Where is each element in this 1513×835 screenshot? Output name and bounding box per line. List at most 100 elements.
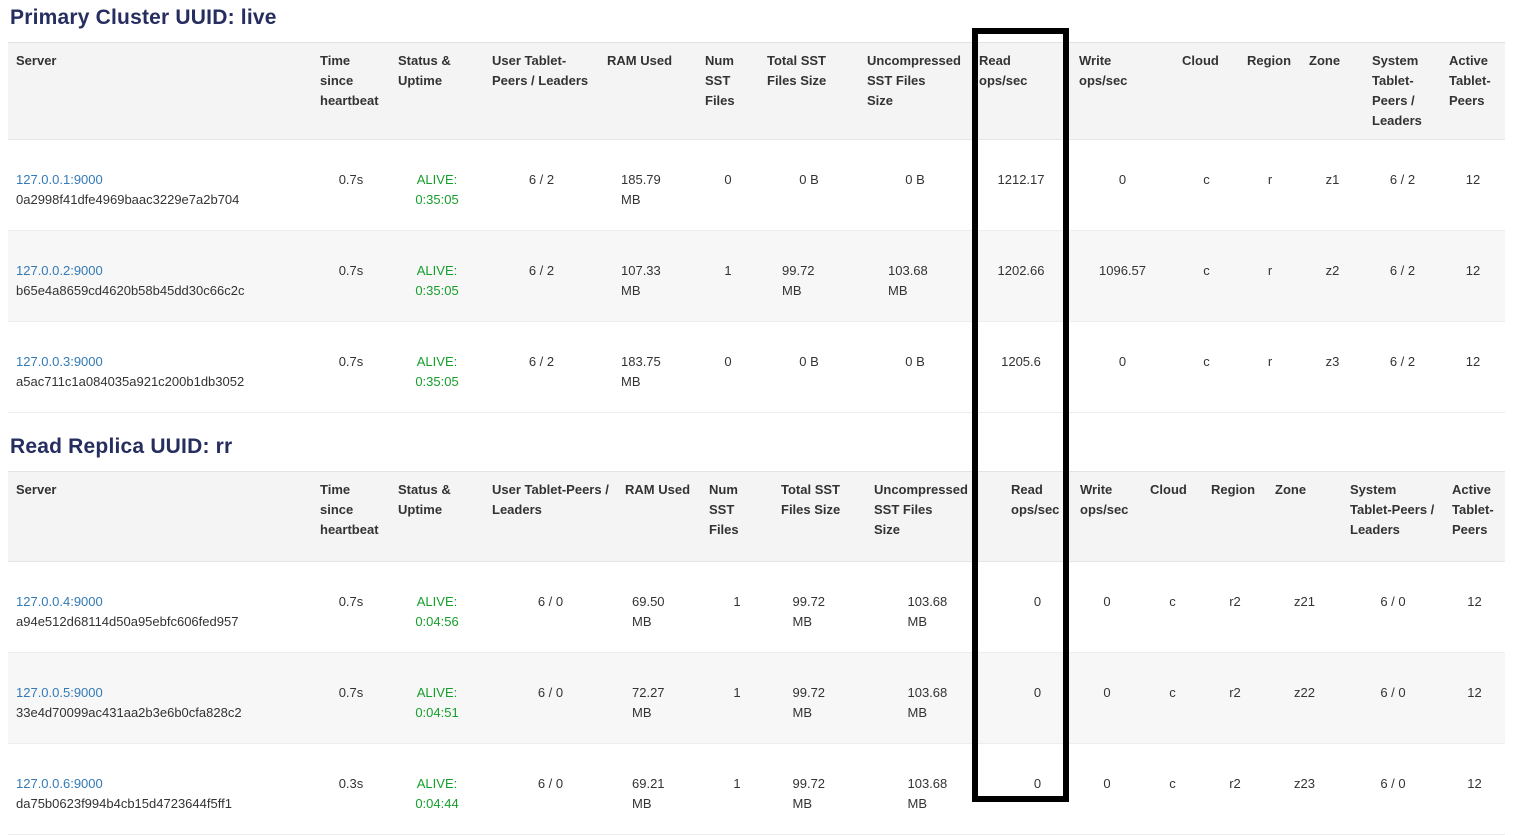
- header-row: ServerTime since heartbeatStatus & Uptim…: [8, 472, 1505, 562]
- server-address-link[interactable]: 127.0.0.1:9000: [16, 172, 103, 187]
- region-cell: r: [1239, 231, 1301, 322]
- status-label: ALIVE:: [398, 683, 476, 703]
- uptime-value: 0:35:05: [398, 281, 476, 301]
- table-row: 127.0.0.5:9000 33e4d70099ac431aa2b3e6b0c…: [8, 653, 1505, 744]
- column-header-label: Active Tablet-Peers: [1449, 53, 1491, 108]
- uncompressed-sst-size-cell: 0 B: [859, 322, 971, 413]
- column-header: Status & Uptime: [390, 43, 484, 140]
- system-tablet-peers-value: 6 / 0: [1380, 776, 1405, 791]
- region-cell: r2: [1203, 562, 1267, 653]
- server-address-link[interactable]: 127.0.0.3:9000: [16, 354, 103, 369]
- ram-used-cell: 72.27 MB: [617, 653, 701, 744]
- status-label: ALIVE:: [398, 774, 476, 794]
- time-since-heartbeat-cell: 0.7s: [312, 140, 390, 231]
- status-label: ALIVE:: [398, 261, 476, 281]
- column-header-label: Num SST Files: [709, 482, 739, 537]
- time-since-heartbeat-cell: 0.7s: [312, 231, 390, 322]
- column-header: Region: [1203, 472, 1267, 562]
- system-tablet-peers-value: 6 / 2: [1390, 352, 1415, 372]
- system-tablet-peers-value: 6 / 0: [1380, 594, 1405, 609]
- column-header: Read ops/sec: [1003, 472, 1072, 562]
- column-header: Uncompressed SST Files Size: [859, 43, 971, 140]
- uptime-value: 0:04:56: [398, 612, 476, 632]
- column-header-label: Uncompressed SST Files Size: [874, 480, 938, 540]
- read-replica-tablet-servers-table: ServerTime since heartbeatStatus & Uptim…: [8, 471, 1505, 835]
- uncompressed-sst-size-value: 0 B: [905, 170, 925, 190]
- column-header-label: Uncompressed SST Files Size: [867, 51, 931, 111]
- server-uuid: 0a2998f41dfe4969baac3229e7a2b704: [16, 190, 304, 210]
- server-uuid: a5ac711c1a084035a921c200b1db3052: [16, 372, 304, 392]
- cloud-cell: c: [1174, 322, 1239, 413]
- column-header: Region: [1239, 43, 1301, 140]
- server-address-link[interactable]: 127.0.0.6:9000: [16, 776, 103, 791]
- primary-cluster-section: Primary Cluster UUID: live ServerTime si…: [8, 6, 1505, 413]
- column-header-label: Status & Uptime: [398, 53, 451, 88]
- cloud-cell: c: [1174, 231, 1239, 322]
- column-header: Read ops/sec: [971, 43, 1071, 140]
- ram-used-cell: 107.33 MB: [599, 231, 697, 322]
- time-since-heartbeat-cell: 0.7s: [312, 562, 390, 653]
- column-header-label: Read ops/sec: [979, 51, 1027, 91]
- column-header: User Tablet-Peers / Leaders: [484, 472, 617, 562]
- system-tablet-peers-value: 6 / 2: [1390, 261, 1415, 281]
- read-ops-cell: 0: [1003, 744, 1072, 835]
- column-header-label: System Tablet-Peers / Leaders: [1372, 53, 1422, 128]
- column-header: System Tablet-Peers / Leaders: [1342, 472, 1444, 562]
- column-header: Time since heartbeat: [312, 472, 390, 562]
- write-ops-cell: 0: [1071, 140, 1174, 231]
- column-header-label: System Tablet-Peers / Leaders: [1350, 482, 1434, 537]
- server-cell: 127.0.0.5:9000 33e4d70099ac431aa2b3e6b0c…: [8, 653, 312, 744]
- read-ops-cell: 1202.66: [971, 231, 1071, 322]
- column-header-label: Read ops/sec: [1011, 480, 1059, 520]
- read-ops-cell: 0: [1003, 653, 1072, 744]
- zone-cell: z2: [1301, 231, 1364, 322]
- total-sst-size-value: 99.72 MB: [782, 261, 836, 301]
- ram-used-cell: 69.50 MB: [617, 562, 701, 653]
- server-address-link[interactable]: 127.0.0.2:9000: [16, 263, 103, 278]
- num-sst-files-cell: 1: [697, 231, 759, 322]
- ram-used-cell: 183.75 MB: [599, 322, 697, 413]
- system-tablet-peers-value: 6 / 2: [1390, 170, 1415, 190]
- server-address-link[interactable]: 127.0.0.5:9000: [16, 685, 103, 700]
- status-uptime-cell: ALIVE: 0:04:51: [390, 653, 484, 744]
- zone-cell: z23: [1267, 744, 1342, 835]
- zone-cell: z1: [1301, 140, 1364, 231]
- column-header-label: RAM Used: [625, 482, 690, 497]
- region-cell: r: [1239, 140, 1301, 231]
- total-sst-size-cell: 99.72 MB: [759, 231, 859, 322]
- user-tablet-peers-cell: 6 / 0: [484, 653, 617, 744]
- table-row: 127.0.0.2:9000 b65e4a8659cd4620b58b45dd3…: [8, 231, 1505, 322]
- column-header-label: Write ops/sec: [1079, 51, 1127, 91]
- column-header-label: User Tablet-Peers / Leaders: [492, 482, 609, 517]
- column-header-label: Server: [16, 53, 56, 68]
- system-tablet-peers-cell: 6 / 2: [1364, 322, 1441, 413]
- read-ops-cell: 0: [1003, 562, 1072, 653]
- num-sst-files-cell: 0: [697, 322, 759, 413]
- column-header: Zone: [1267, 472, 1342, 562]
- write-ops-cell: 1096.57: [1071, 231, 1174, 322]
- column-header: Uncompressed SST Files Size: [866, 472, 1003, 562]
- status-uptime-cell: ALIVE: 0:35:05: [390, 322, 484, 413]
- user-tablet-peers-cell: 6 / 2: [484, 140, 599, 231]
- region-cell: r2: [1203, 653, 1267, 744]
- server-address-link[interactable]: 127.0.0.4:9000: [16, 594, 103, 609]
- read-ops-cell: 1212.17: [971, 140, 1071, 231]
- server-cell: 127.0.0.4:9000 a94e512d68114d50a95ebfc60…: [8, 562, 312, 653]
- column-header: Total SST Files Size: [759, 43, 859, 140]
- cloud-cell: c: [1142, 744, 1203, 835]
- total-sst-size-value: 99.72 MB: [793, 683, 847, 723]
- time-since-heartbeat-cell: 0.7s: [312, 322, 390, 413]
- server-uuid: b65e4a8659cd4620b58b45dd30c66c2c: [16, 281, 304, 301]
- server-cell: 127.0.0.6:9000 da75b0623f994b4cb15d47236…: [8, 744, 312, 835]
- uncompressed-sst-size-value: 0 B: [905, 352, 925, 372]
- status-uptime-cell: ALIVE: 0:04:44: [390, 744, 484, 835]
- ram-used-cell: 185.79 MB: [599, 140, 697, 231]
- write-ops-cell: 0: [1072, 653, 1142, 744]
- total-sst-size-value: 99.72 MB: [793, 774, 847, 814]
- uncompressed-sst-size-cell: 103.68 MB: [859, 231, 971, 322]
- time-since-heartbeat-cell: 0.3s: [312, 744, 390, 835]
- num-sst-files-cell: 1: [701, 653, 773, 744]
- server-uuid: 33e4d70099ac431aa2b3e6b0cfa828c2: [16, 703, 304, 723]
- column-header-label: Cloud: [1182, 53, 1219, 68]
- column-header: Write ops/sec: [1071, 43, 1174, 140]
